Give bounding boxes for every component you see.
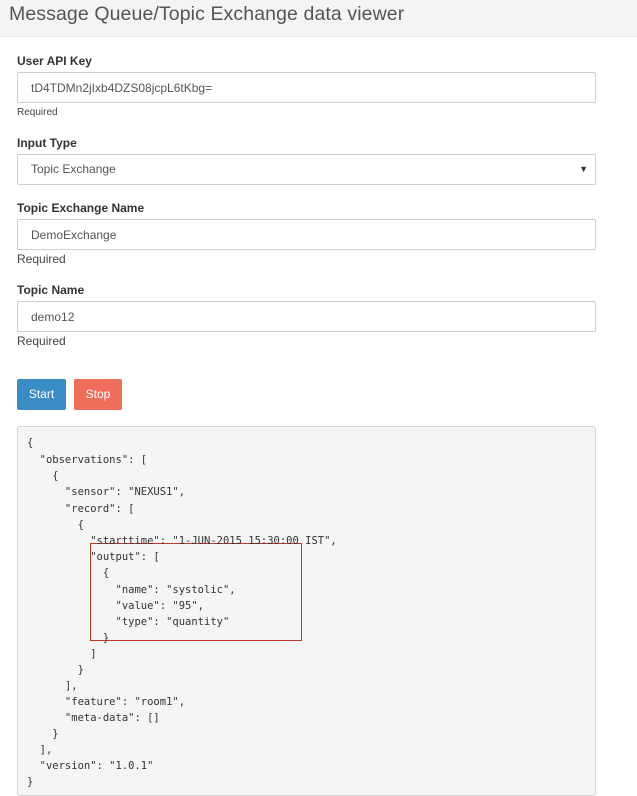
stop-button[interactable]: Stop bbox=[74, 379, 122, 410]
json-line: { bbox=[27, 567, 110, 579]
json-line: "type": "quantity" bbox=[27, 616, 230, 628]
json-line: "value": "95", bbox=[27, 600, 205, 612]
json-line: } bbox=[27, 632, 110, 644]
input-type-select[interactable]: Topic Exchange ▼ bbox=[17, 154, 596, 185]
exchange-name-label: Topic Exchange Name bbox=[17, 201, 145, 215]
topic-name-input[interactable] bbox=[17, 301, 596, 332]
json-line: { bbox=[27, 519, 84, 531]
json-line: "starttime": "1-JUN-2015 15:30:00 IST", bbox=[27, 535, 337, 547]
json-line: ], bbox=[27, 680, 78, 692]
json-line: "sensor": "NEXUS1", bbox=[27, 486, 186, 498]
json-line: { bbox=[27, 470, 59, 482]
topic-name-label: Topic Name bbox=[17, 283, 85, 297]
json-line: } bbox=[27, 728, 59, 740]
dropdown-caret-icon: ▼ bbox=[579, 164, 588, 174]
json-line: { bbox=[27, 437, 34, 449]
input-type-selected-value: Topic Exchange bbox=[31, 162, 116, 176]
json-line: "meta-data": [] bbox=[27, 712, 160, 724]
json-line: "observations": [ bbox=[27, 454, 148, 466]
json-line: "record": [ bbox=[27, 503, 135, 515]
json-line: "output": [ bbox=[27, 551, 160, 563]
topic-name-required-text: Required bbox=[17, 334, 66, 348]
page-header: Message Queue/Topic Exchange data viewer bbox=[0, 0, 637, 37]
json-line: "feature": "room1", bbox=[27, 696, 186, 708]
json-line: "version": "1.0.1" bbox=[27, 760, 154, 772]
input-type-label: Input Type bbox=[17, 136, 77, 150]
start-button[interactable]: Start bbox=[17, 379, 66, 410]
json-output-panel[interactable]: { "observations": [ { "sensor": "NEXUS1"… bbox=[17, 426, 596, 796]
json-line: ] bbox=[27, 648, 97, 660]
json-line: ], bbox=[27, 744, 53, 756]
exchange-name-required-text: Required bbox=[17, 252, 66, 266]
page-title: Message Queue/Topic Exchange data viewer bbox=[9, 3, 405, 25]
api-key-label: User API Key bbox=[17, 54, 92, 68]
api-key-required-text: Required bbox=[17, 107, 58, 118]
json-line: } bbox=[27, 776, 34, 788]
exchange-name-input[interactable] bbox=[17, 219, 596, 250]
json-line: } bbox=[27, 664, 84, 676]
api-key-input[interactable] bbox=[17, 72, 596, 103]
json-line: "name": "systolic", bbox=[27, 584, 236, 596]
